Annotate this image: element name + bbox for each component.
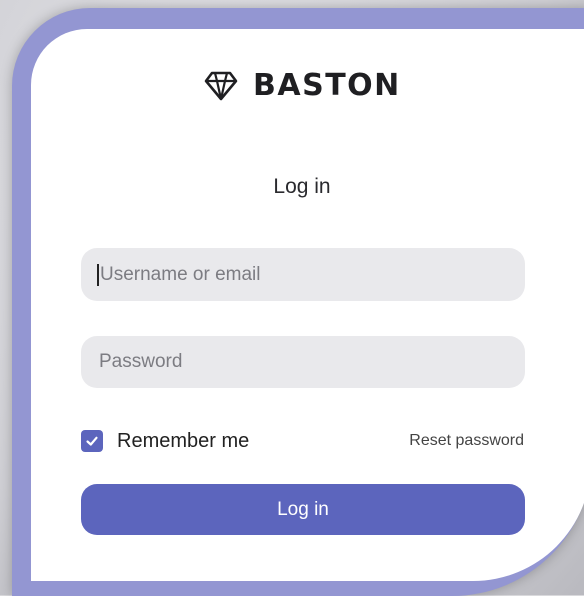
brand-logo: BASTON [204,68,401,104]
remember-me-checkbox[interactable] [81,430,103,452]
text-caret [97,263,99,286]
remember-me-label[interactable]: Remember me [117,430,249,452]
diamond-icon [204,71,238,101]
username-field-container[interactable] [81,248,525,301]
checkmark-icon [86,436,98,446]
brand-name: BASTON [253,68,401,103]
username-input[interactable] [100,263,500,286]
login-button[interactable]: Log in [81,484,525,535]
password-input[interactable] [99,351,499,373]
reset-password-link[interactable]: Reset password [409,432,524,450]
password-field-container[interactable] [81,336,525,388]
page-title: Log in [273,175,331,198]
remember-me-row[interactable]: Remember me [81,430,249,452]
